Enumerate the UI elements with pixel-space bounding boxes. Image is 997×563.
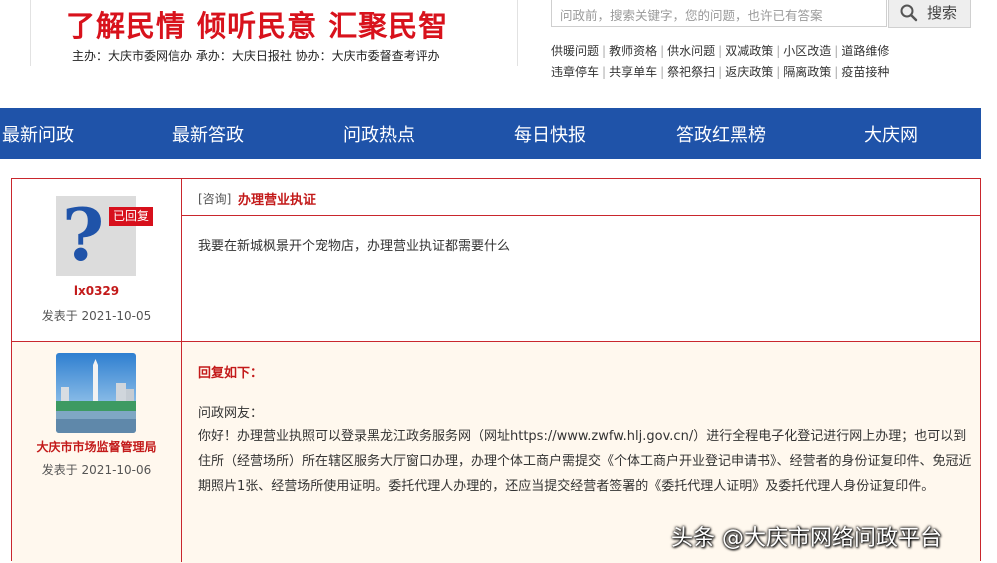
org-avatar: [56, 353, 136, 433]
nav-item-hot-topics[interactable]: 问政热点: [343, 121, 415, 147]
question-title: 办理营业执证: [238, 193, 317, 208]
main-nav: 最新问政 最新答政 问政热点 每日快报 答政红黑榜 大庆网: [0, 108, 981, 159]
search-button[interactable]: 搜索: [888, 0, 971, 28]
column-divider: [181, 179, 182, 562]
hot-tag[interactable]: 供水问题: [667, 44, 715, 58]
question-user[interactable]: lx0329: [12, 284, 181, 298]
reply-body: 你好！办理营业执照可以登录黑龙江政务服务网（网址https://www.zwfw…: [198, 429, 972, 494]
hot-tag[interactable]: 祭祀祭扫: [667, 65, 715, 79]
nav-item-latest-answers[interactable]: 最新答政: [172, 121, 244, 147]
hot-tags-row-2: 违章停车 | 共享单车 | 祭祀祭扫 | 返庆政策 | 隔离政策 | 疫苗接种: [551, 65, 890, 79]
hot-tag[interactable]: 疫苗接种: [841, 65, 889, 79]
answer-org[interactable]: 大庆市市场监督管理局: [12, 438, 181, 455]
search-input[interactable]: 问政前，搜索关键字，您的问题，也许已有答案: [551, 0, 887, 27]
watermark: 头条 @大庆市网络问政平台: [671, 526, 942, 551]
search-icon: [900, 4, 918, 22]
nav-item-daily-news[interactable]: 每日快报: [514, 121, 586, 147]
nav-item-latest-questions[interactable]: 最新问政: [2, 121, 74, 147]
hot-tags-row-1: 供暖问题 | 教师资格 | 供水问题 | 双减政策 | 小区改造 | 道路维修: [551, 44, 890, 58]
hot-tag[interactable]: 违章停车: [551, 65, 599, 79]
hot-tag[interactable]: 教师资格: [609, 44, 657, 58]
question-category: [咨询]: [198, 192, 232, 206]
sponsor-line: 主办：大庆市委网信办 承办：大庆日报社 协办：大庆市委督查考评办: [72, 49, 440, 63]
hot-tag[interactable]: 隔离政策: [783, 65, 831, 79]
status-badge: 已回复: [109, 207, 153, 226]
question-title-bar: [咨询] 办理营业执证: [182, 179, 980, 216]
hot-tag[interactable]: 双减政策: [725, 44, 773, 58]
question-mark-icon: ?: [62, 192, 105, 277]
hot-tag[interactable]: 道路维修: [841, 44, 889, 58]
reply-heading: 回复如下：: [198, 366, 264, 381]
nav-item-daqing-net[interactable]: 大庆网: [864, 121, 918, 147]
header-divider: [30, 0, 31, 66]
city-square-image: [56, 353, 136, 433]
search-button-label: 搜索: [927, 4, 958, 22]
hot-tag[interactable]: 小区改造: [783, 44, 831, 58]
nav-item-ranking[interactable]: 答政红黑榜: [676, 121, 766, 147]
hot-tag[interactable]: 返庆政策: [725, 65, 773, 79]
hot-tag[interactable]: 供暖问题: [551, 44, 599, 58]
question-row: ? 已回复 lx0329 发表于 2021-10-05 [咨询] 办理营业执证 …: [12, 179, 980, 341]
question-body: 我要在新城枫景开个宠物店，办理营业执证都需要什么: [198, 239, 511, 254]
answer-date: 发表于 2021-10-06: [41, 463, 152, 477]
reply-greeting: 问政网友：: [198, 406, 264, 421]
question-date: 发表于 2021-10-05: [41, 309, 152, 323]
post-thread: ? 已回复 lx0329 发表于 2021-10-05 [咨询] 办理营业执证 …: [11, 178, 981, 563]
hot-tag[interactable]: 共享单车: [609, 65, 657, 79]
site-slogan: 了解民情 倾听民意 汇聚民智: [66, 9, 449, 43]
site-header: 了解民情 倾听民意 汇聚民智 主办：大庆市委网信办 承办：大庆日报社 协办：大庆…: [0, 0, 997, 108]
